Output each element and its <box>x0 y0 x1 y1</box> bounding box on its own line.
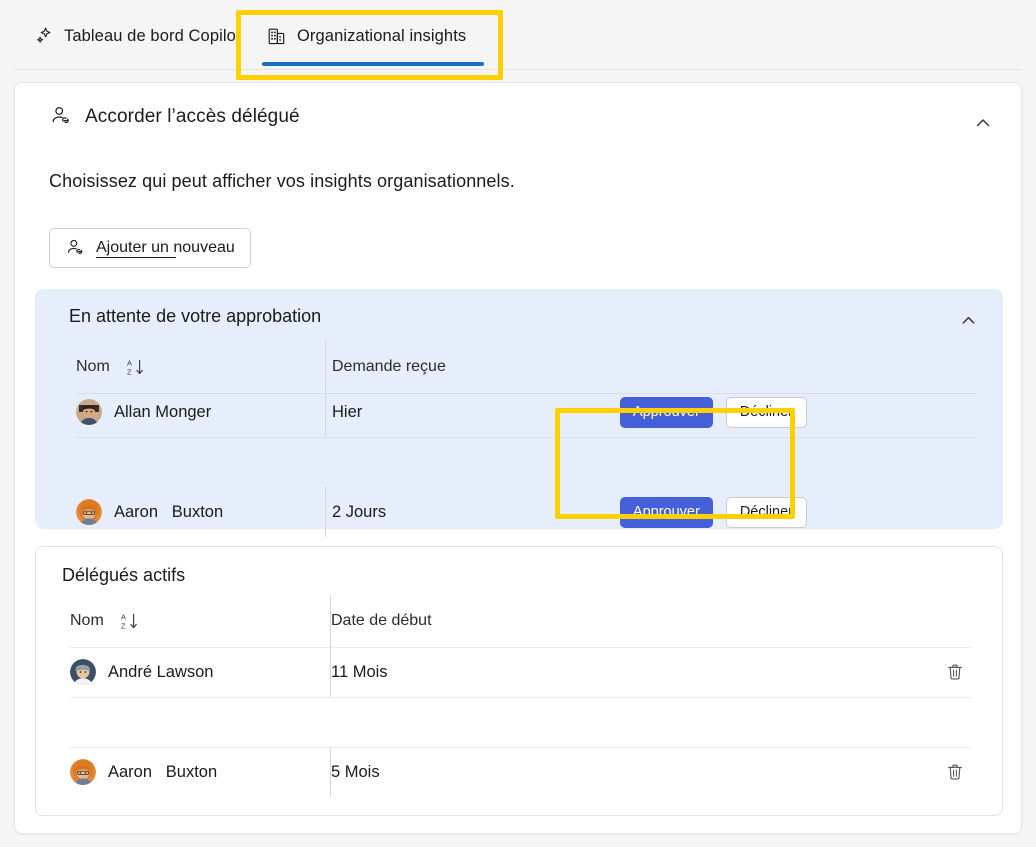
decline-button[interactable]: Décliner <box>725 496 807 528</box>
svg-text:Z: Z <box>127 367 132 376</box>
avatar <box>70 759 96 785</box>
tab-organizational-insights[interactable]: Organizational insights <box>252 8 480 64</box>
person-link-icon <box>49 105 73 129</box>
pending-table-header: Nom A Z Demande reçue <box>35 341 1003 393</box>
column-divider <box>330 747 331 797</box>
active-header-name[interactable]: Nom A Z <box>36 611 316 632</box>
table-row[interactable]: Allan Monger Hier Approuver Décliner <box>35 387 1003 437</box>
table-divider <box>70 747 972 748</box>
app-window: Tableau de bord Copilot Organizational i… <box>0 0 1036 847</box>
trash-icon <box>948 764 962 780</box>
sort-az-descending-icon[interactable]: A Z <box>126 357 145 378</box>
active-row-start-date: 11 Mois <box>331 662 388 681</box>
active-table-body: André Lawson 11 Mois Aaron Buxton 5 Mois <box>36 647 1002 797</box>
sparkle-icon <box>34 26 54 46</box>
avatar <box>70 659 96 685</box>
trash-icon <box>948 664 962 680</box>
pending-table-body: Allan Monger Hier Approuver Décliner Aar… <box>35 387 1003 537</box>
active-header-start-date: Date de début <box>331 612 432 629</box>
pending-approval-title: En attente de votre approbation <box>69 306 322 326</box>
pending-approval-panel: En attente de votre approbation Nom A Z <box>35 289 1003 537</box>
sort-az-descending-icon[interactable]: A Z <box>120 611 139 632</box>
active-row-name-cell: Aaron Buxton <box>36 759 316 785</box>
approve-button[interactable]: Approuver <box>619 396 713 428</box>
active-delegates-panel: Délégués actifs Nom A Z Date de début An… <box>35 546 1003 816</box>
pending-row-actions: Approuver Décliner <box>619 487 807 537</box>
chevron-up-icon <box>962 316 974 324</box>
tab-strip: Tableau de bord Copilot Organizational i… <box>0 0 1036 70</box>
active-row-name: André Lawson <box>108 662 214 681</box>
column-divider <box>325 387 326 437</box>
column-divider <box>325 341 326 393</box>
pending-row-name-cell: Allan Monger <box>35 399 315 425</box>
pending-row-received: Hier <box>332 402 363 421</box>
column-divider <box>330 595 331 647</box>
column-divider <box>330 647 331 697</box>
card-subtitle: Choisissez qui peut afficher vos insight… <box>49 171 515 191</box>
pending-row-actions: Approuver Décliner <box>619 387 807 437</box>
pending-header-name-label: Nom <box>76 358 110 375</box>
table-divider <box>76 437 976 438</box>
decline-button[interactable]: Décliner <box>725 396 807 428</box>
add-new-delegate-button[interactable]: Ajouter un nouveau <box>49 228 251 268</box>
active-tab-indicator <box>262 62 484 66</box>
active-delegates-title: Délégués actifs <box>62 565 186 585</box>
active-header-name-label: Nom <box>70 612 104 629</box>
tab-organizational-insights-label: Organizational insights <box>297 26 467 45</box>
active-table-header: Nom A Z Date de début <box>36 595 1002 647</box>
pending-header-name[interactable]: Nom A Z <box>35 357 315 378</box>
delete-delegate-button[interactable] <box>938 747 972 797</box>
person-add-link-icon <box>65 238 86 259</box>
approve-button[interactable]: Approuver <box>619 496 713 528</box>
delegated-access-card: Accorder l’accès délégué Choisissez qui … <box>14 82 1022 834</box>
building-icon <box>266 26 287 47</box>
pending-header-received: Demande reçue <box>332 358 446 375</box>
avatar <box>76 499 102 525</box>
tab-copilot-dashboard[interactable]: Tableau de bord Copilot <box>20 8 255 64</box>
collapse-delegated-access-button[interactable] <box>967 107 999 139</box>
table-row[interactable]: André Lawson 11 Mois <box>36 647 1002 697</box>
add-new-delegate-label: Ajouter un nouveau <box>96 238 235 258</box>
active-row-name-cell: André Lawson <box>36 659 316 685</box>
column-divider <box>325 487 326 537</box>
tab-strip-divider <box>14 69 1022 70</box>
table-row[interactable]: Aaron Buxton 2 Jours Approuver Décliner <box>35 487 1003 537</box>
active-row-name: Aaron Buxton <box>108 762 218 781</box>
svg-text:A: A <box>121 612 126 621</box>
svg-text:A: A <box>127 358 132 367</box>
table-divider <box>70 697 972 698</box>
table-row[interactable]: Aaron Buxton 5 Mois <box>36 747 1002 797</box>
page-title: Accorder l’accès délégué <box>85 106 300 127</box>
svg-text:Z: Z <box>121 621 126 630</box>
pending-row-name-cell: Aaron Buxton <box>35 499 315 525</box>
avatar <box>76 399 102 425</box>
collapse-pending-approval-button[interactable] <box>953 305 983 335</box>
delete-delegate-button[interactable] <box>938 647 972 697</box>
card-header: Accorder l’accès délégué <box>49 105 300 129</box>
active-row-start-date: 5 Mois <box>331 762 380 781</box>
tab-copilot-dashboard-label: Tableau de bord Copilot <box>64 26 241 45</box>
pending-row-name: Aaron Buxton <box>114 502 224 521</box>
pending-row-name: Allan Monger <box>114 402 212 421</box>
chevron-up-icon <box>976 119 990 127</box>
